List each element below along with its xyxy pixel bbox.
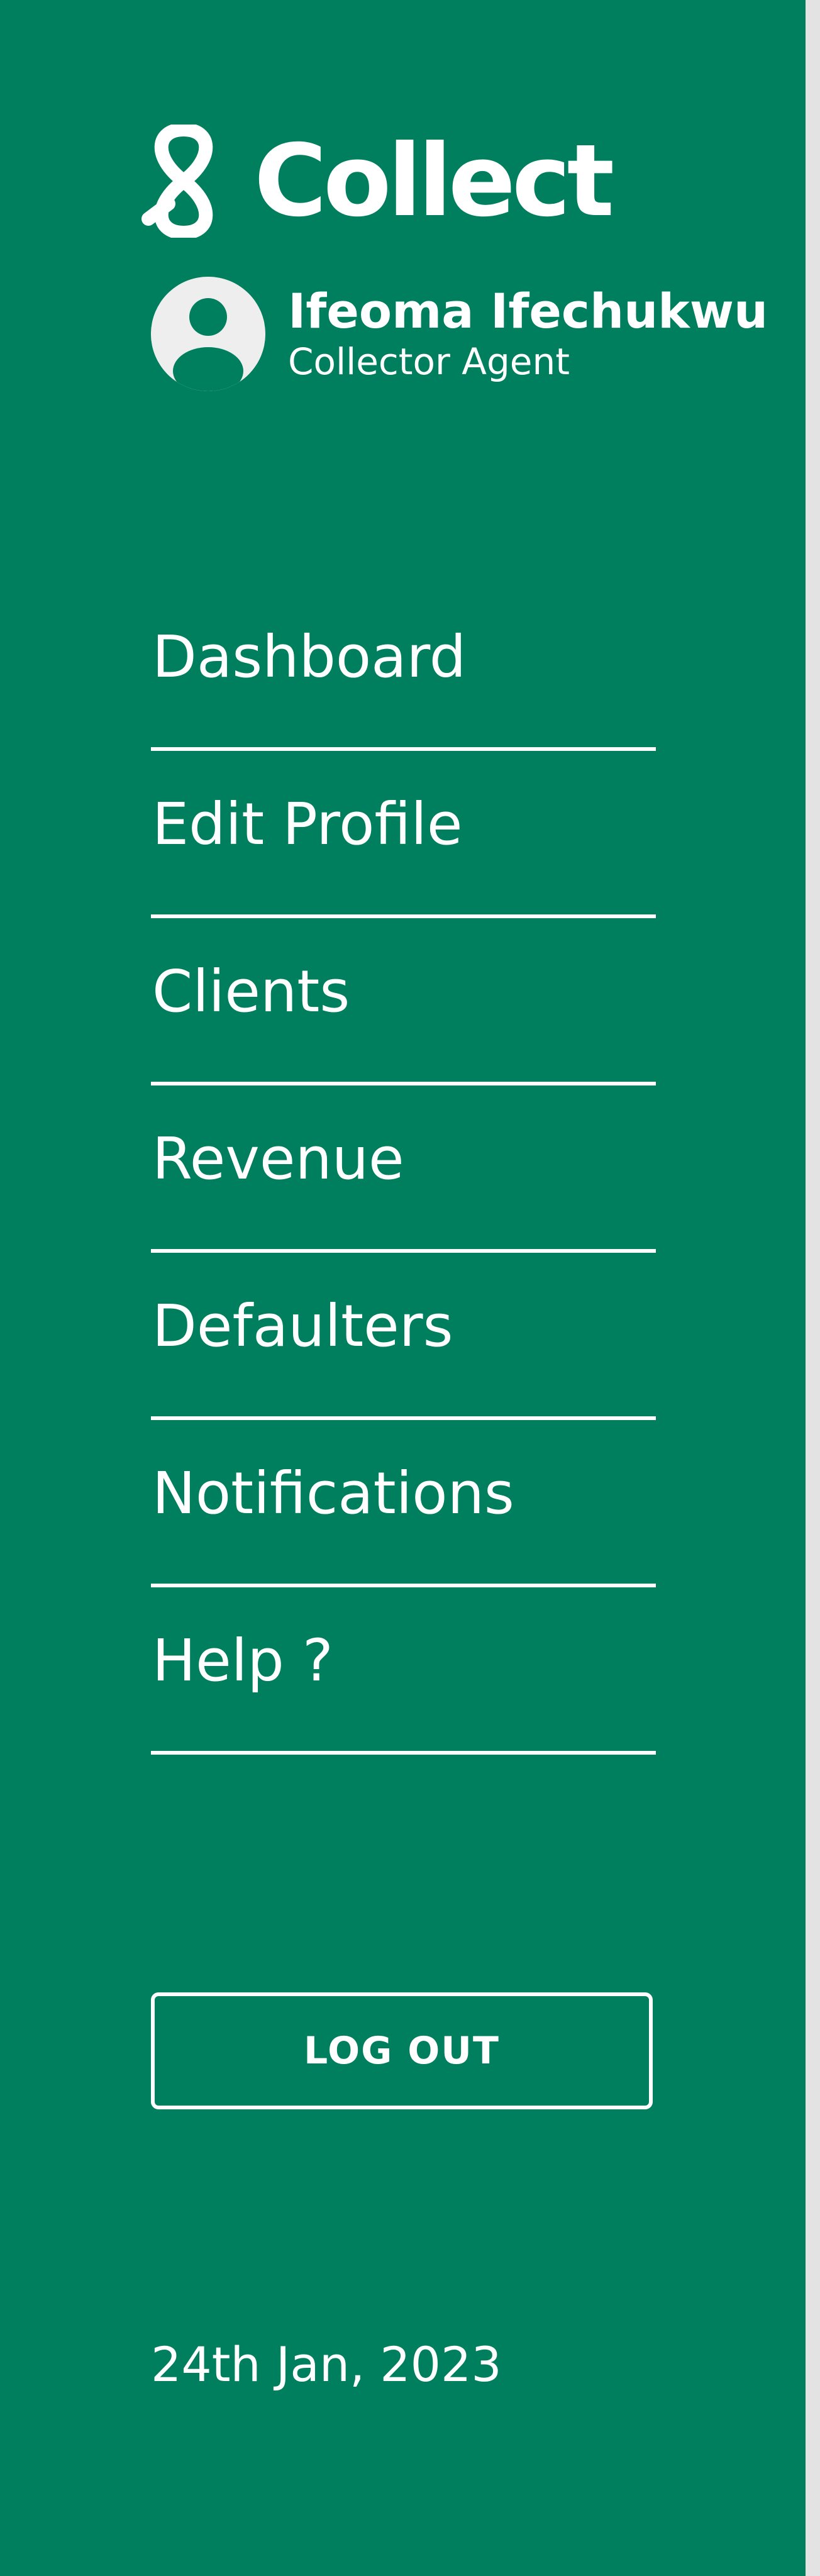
user-profile: Ifeoma Ifechukwu Collector Agent — [151, 277, 768, 391]
brand-name: Collect — [254, 123, 614, 239]
user-role: Collector Agent — [288, 340, 570, 383]
nav-item-label: Help ? — [152, 1627, 333, 1694]
nav-item-label: Defaulters — [152, 1292, 453, 1360]
nav-item-revenue[interactable]: Revenue — [151, 1085, 656, 1253]
nav-item-notifications[interactable]: Notifications — [151, 1420, 656, 1587]
nav-item-clients[interactable]: Clients — [151, 918, 656, 1085]
brand[interactable]: Collect — [140, 123, 614, 239]
nav-item-dashboard[interactable]: Dashboard — [151, 584, 656, 751]
nav-item-label: Clients — [152, 958, 350, 1025]
nav-item-help[interactable]: Help ? — [151, 1587, 656, 1755]
nav-menu: Dashboard Edit Profile Clients Revenue D… — [151, 584, 656, 1755]
nav-item-label: Revenue — [152, 1125, 404, 1192]
nav-item-label: Edit Profile — [152, 791, 463, 858]
user-avatar-icon[interactable] — [151, 277, 265, 391]
sidebar: Collect Ifeoma Ifechukwu Collector Agent… — [0, 0, 806, 2576]
logout-button[interactable]: LOG OUT — [151, 1992, 653, 2109]
sidebar-edge — [806, 0, 820, 2576]
nav-item-edit-profile[interactable]: Edit Profile — [151, 751, 656, 918]
collect-logo-icon — [141, 125, 213, 238]
current-date: 24th Jan, 2023 — [151, 2336, 502, 2392]
nav-item-label: Notifications — [152, 1460, 514, 1527]
user-name: Ifeoma Ifechukwu — [288, 283, 768, 339]
nav-item-label: Dashboard — [152, 623, 467, 691]
nav-item-defaulters[interactable]: Defaulters — [151, 1253, 656, 1420]
